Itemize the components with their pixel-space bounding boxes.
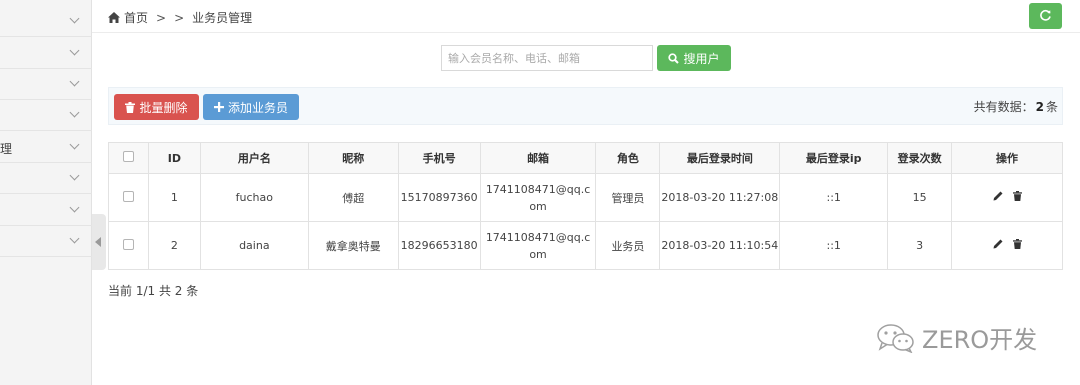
- row-checkbox[interactable]: [122, 190, 134, 202]
- chevron-down-icon: [69, 107, 80, 118]
- pagination-info: 当前 1/1 共 2 条: [108, 284, 199, 298]
- header-email: 邮箱: [479, 142, 597, 174]
- total-count: 共有数据： 2 条: [974, 98, 1058, 115]
- cell-last-login: 2018-03-20 11:27:08: [659, 173, 781, 222]
- sidebar-item-4[interactable]: [0, 100, 92, 131]
- chevron-down-icon: [69, 45, 80, 56]
- chevron-down-icon: [69, 76, 80, 87]
- collapse-arrow-icon: [95, 237, 101, 247]
- sidebar-item-7[interactable]: [0, 195, 92, 226]
- cell-phone: 18296653180: [397, 221, 481, 270]
- search-button[interactable]: 搜用户: [657, 45, 731, 71]
- breadcrumb-current: 业务员管理: [192, 11, 253, 25]
- sidebar-item-8[interactable]: [0, 226, 92, 257]
- trash-icon[interactable]: [1012, 191, 1022, 201]
- cell-actions: [951, 221, 1063, 270]
- header-actions: 操作: [951, 142, 1063, 174]
- cell-username: fuchao: [199, 173, 309, 222]
- cell-username: daina: [199, 221, 309, 270]
- cell-last-login: 2018-03-20 11:10:54: [659, 221, 781, 270]
- header-login-count: 登录次数: [887, 142, 953, 174]
- sidebar-item-6[interactable]: [0, 163, 92, 194]
- total-suffix: 条: [1045, 100, 1058, 114]
- batch-delete-button[interactable]: 批量删除: [114, 94, 199, 120]
- header-last-login: 最后登录时间: [659, 142, 781, 174]
- chevron-down-icon: [69, 202, 80, 213]
- cell-phone: 15170897360: [397, 173, 481, 222]
- chevron-down-icon: [69, 233, 80, 244]
- batch-delete-label: 批量删除: [139, 100, 188, 115]
- sidebar-item-5[interactable]: 理: [0, 132, 92, 163]
- breadcrumb-separator: >: [174, 10, 185, 25]
- header-role: 角色: [595, 142, 661, 174]
- plus-icon: [213, 102, 224, 112]
- header-select-all[interactable]: [108, 142, 149, 174]
- wechat-icon: [877, 323, 914, 353]
- edit-icon[interactable]: [993, 239, 1003, 249]
- table-row: 1 fuchao 傅超 15170897360 1741108471@qq.co…: [108, 173, 1063, 222]
- cell-login-count: 3: [887, 221, 953, 270]
- salesman-table: ID 用户名 昵称 手机号 邮箱 角色 最后登录时间 最后登录ip 登录次数 操…: [108, 142, 1063, 270]
- action-toolbar: 批量删除 添加业务员 共有数据： 2 条: [108, 87, 1063, 125]
- trash-icon: [125, 101, 136, 113]
- cell-role: 业务员: [595, 221, 661, 270]
- search-icon: [668, 52, 680, 64]
- breadcrumb: 首页 > > 业务员管理: [108, 9, 252, 26]
- table-row: 2 daina 戴拿奥特曼 18296653180 1741108471@qq.…: [108, 221, 1063, 270]
- total-prefix: 共有数据：: [973, 100, 1034, 114]
- header-username: 用户名: [199, 142, 309, 174]
- edit-icon[interactable]: [993, 191, 1003, 201]
- header-phone: 手机号: [397, 142, 481, 174]
- cell-nickname: 戴拿奥特曼: [307, 221, 399, 270]
- search-input[interactable]: [441, 45, 653, 71]
- sidebar-item-label: 理: [0, 142, 13, 156]
- total-number: 2: [1035, 100, 1044, 114]
- cell-nickname: 傅超: [307, 173, 399, 222]
- sidebar-item-3[interactable]: [0, 69, 92, 100]
- refresh-icon: [1040, 9, 1051, 21]
- top-bar: 首页 > > 业务员管理: [92, 0, 1080, 33]
- search-button-label: 搜用户: [683, 51, 720, 66]
- cell-email: 1741108471@qq.com: [479, 221, 597, 270]
- header-nickname: 昵称: [307, 142, 399, 174]
- refresh-button[interactable]: [1029, 3, 1062, 29]
- chevron-down-icon: [69, 139, 80, 150]
- sidebar-item-1[interactable]: [0, 6, 92, 37]
- breadcrumb-home[interactable]: 首页: [124, 9, 148, 26]
- watermark-text: ZERO开发: [922, 326, 1038, 354]
- home-icon: [108, 12, 120, 23]
- row-checkbox[interactable]: [122, 238, 134, 250]
- sidebar-collapse-handle[interactable]: [92, 214, 106, 270]
- breadcrumb-separator: >: [156, 10, 167, 25]
- sidebar-item-2[interactable]: [0, 38, 92, 69]
- search-bar: 搜用户: [441, 45, 731, 71]
- header-last-ip: 最后登录ip: [779, 142, 889, 174]
- header-id: ID: [147, 142, 201, 174]
- cell-login-count: 15: [887, 173, 953, 222]
- trash-icon[interactable]: [1012, 239, 1022, 249]
- chevron-down-icon: [69, 13, 80, 24]
- cell-id: 1: [147, 173, 201, 222]
- table-header-row: ID 用户名 昵称 手机号 邮箱 角色 最后登录时间 最后登录ip 登录次数 操…: [108, 142, 1063, 174]
- cell-email: 1741108471@qq.com: [479, 173, 597, 222]
- cell-ip: ::1: [779, 221, 889, 270]
- sidebar: 理: [0, 0, 92, 385]
- cell-actions: [951, 173, 1063, 222]
- watermark: ZERO开发: [876, 320, 1037, 355]
- add-salesman-label: 添加业务员: [227, 100, 288, 115]
- chevron-down-icon: [69, 170, 80, 181]
- cell-ip: ::1: [779, 173, 889, 222]
- select-all-checkbox[interactable]: [122, 151, 134, 162]
- cell-id: 2: [147, 221, 201, 270]
- add-salesman-button[interactable]: 添加业务员: [203, 94, 299, 120]
- cell-role: 管理员: [595, 173, 661, 222]
